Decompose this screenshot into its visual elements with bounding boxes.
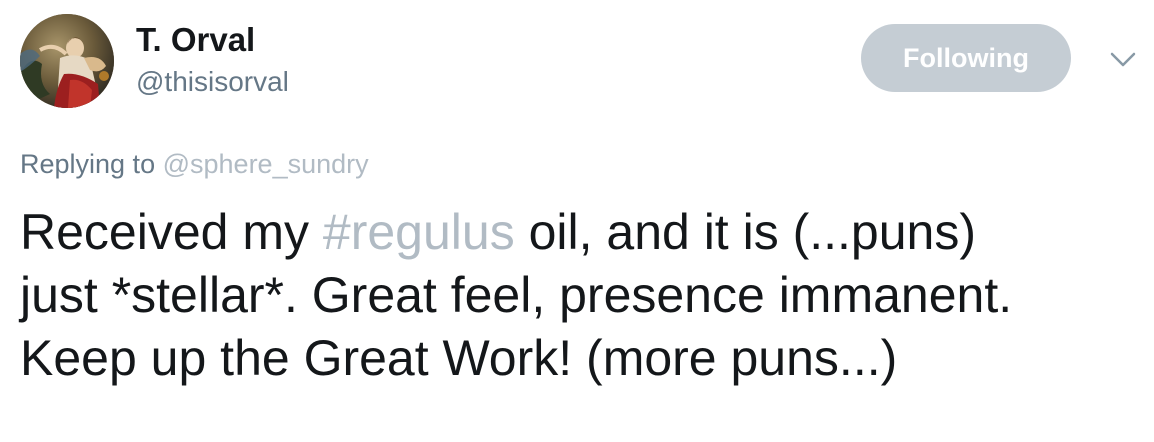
hashtag-link[interactable]: #regulus: [323, 204, 515, 260]
tweet-text-segment: oil, and it is (...puns): [514, 204, 976, 260]
following-button[interactable]: Following: [861, 24, 1071, 92]
tweet-text-line-3: Keep up the Great Work! (more puns...): [20, 330, 898, 386]
chevron-down-icon[interactable]: [1106, 46, 1140, 72]
tweet-card: T. Orval @thisisorval Following Replying…: [0, 0, 1154, 442]
tweet-text-line-2: just *stellar*. Great feel, presence imm…: [20, 267, 1013, 323]
tweet-text-line-1: Received my #regulus oil, and it is (...…: [20, 201, 1140, 264]
tweet-text-segment: Received my: [20, 204, 323, 260]
author-handle[interactable]: @thisisorval: [136, 64, 289, 100]
reply-mention-link[interactable]: @sphere_sundry: [163, 149, 369, 179]
avatar[interactable]: [20, 14, 114, 108]
author-name[interactable]: T. Orval: [136, 20, 255, 60]
replying-to-label: Replying to: [20, 149, 156, 179]
replying-to-line: Replying to @sphere_sundry: [20, 146, 369, 182]
avatar-painting-icon: [20, 14, 114, 108]
tweet-text: Received my #regulus oil, and it is (...…: [20, 201, 1140, 390]
